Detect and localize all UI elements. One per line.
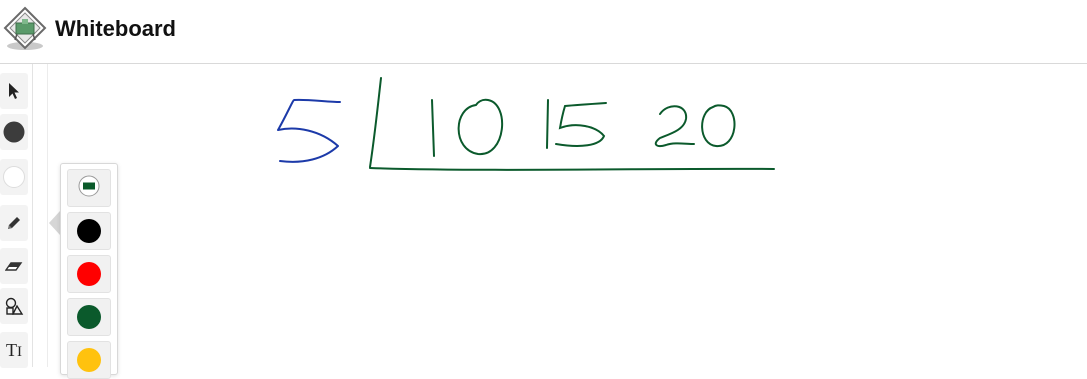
stroke-20 xyxy=(654,104,736,148)
whiteboard-logo-icon[interactable] xyxy=(2,6,48,52)
left-toolbar: TI xyxy=(0,64,33,368)
text-tool-button[interactable]: TI xyxy=(0,332,28,368)
drawing-canvas[interactable]: 5 10 15 20 xyxy=(48,64,1087,367)
filled-circle-icon xyxy=(2,120,26,144)
empty-circle-icon xyxy=(2,165,26,189)
shapes-tool-button[interactable] xyxy=(0,288,28,324)
select-tool-button[interactable] xyxy=(0,73,28,109)
eraser-tool-button[interactable] xyxy=(0,248,28,284)
stroke-15 xyxy=(546,99,607,149)
app-title: Whiteboard xyxy=(55,16,176,41)
pencil-icon xyxy=(5,214,23,232)
app-header: Whiteboard xyxy=(0,0,1087,64)
fill-color-button[interactable] xyxy=(0,159,28,195)
text-icon: TI xyxy=(6,339,22,360)
pencil-tool-button[interactable] xyxy=(0,205,28,241)
cursor-icon xyxy=(7,82,21,100)
stroke-5 xyxy=(277,98,341,163)
division-bracket xyxy=(369,77,775,171)
shapes-icon xyxy=(4,296,24,316)
stroke-10 xyxy=(431,98,504,157)
eraser-icon xyxy=(5,259,23,273)
stroke-color-button[interactable] xyxy=(0,114,28,150)
